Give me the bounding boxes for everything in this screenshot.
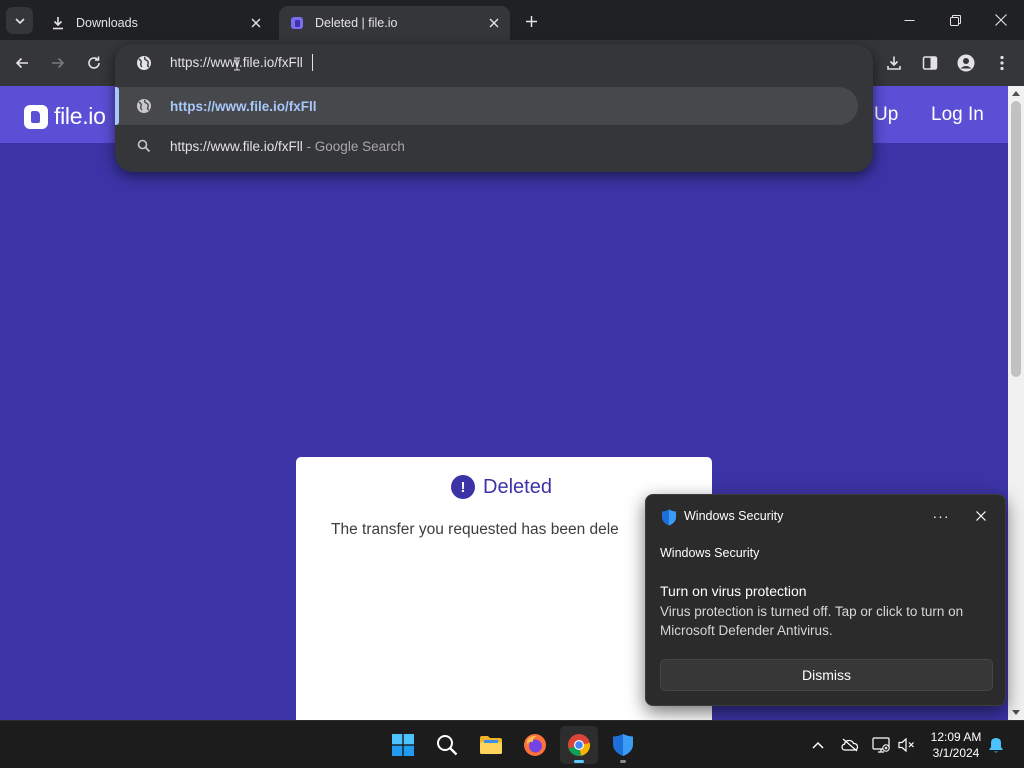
omnibox-dropdown: https://www.file.io/fxFll https://www.fi… xyxy=(115,44,873,172)
network-icon xyxy=(872,737,890,753)
taskbar-clock[interactable]: 12:09 AM 3/1/2024 xyxy=(922,729,990,761)
fileio-icon xyxy=(289,15,305,31)
file-explorer-button[interactable] xyxy=(472,726,510,764)
close-icon xyxy=(976,511,986,521)
windows-logo-icon xyxy=(392,734,414,756)
tab-deleted-fileio[interactable]: Deleted | file.io xyxy=(279,6,510,40)
scroll-up-icon[interactable] xyxy=(1012,91,1020,96)
firefox-button[interactable] xyxy=(516,726,554,764)
search-icon xyxy=(437,735,458,756)
scroll-down-icon[interactable] xyxy=(1012,710,1020,715)
downloads-button[interactable] xyxy=(880,49,908,77)
close-window-button[interactable] xyxy=(978,0,1024,40)
folder-icon xyxy=(480,736,502,754)
new-tab-button[interactable] xyxy=(519,9,543,33)
more-options-button[interactable]: ··· xyxy=(929,504,953,528)
download-icon xyxy=(887,56,901,70)
card-title: Deleted xyxy=(483,475,552,498)
start-button[interactable] xyxy=(384,726,422,764)
minimize-button[interactable] xyxy=(886,0,932,40)
tab-downloads[interactable]: Downloads xyxy=(40,6,272,40)
ibeam-cursor-icon xyxy=(233,57,241,76)
show-hidden-icons-button[interactable] xyxy=(808,735,828,755)
cloud-off-icon xyxy=(841,738,859,752)
search-icon xyxy=(136,138,152,154)
tab-search-button[interactable] xyxy=(6,7,33,34)
tab-strip: Downloads Deleted | file.io xyxy=(0,0,1024,40)
profile-button[interactable] xyxy=(952,49,980,77)
screen: Downloads Deleted | file.io file.io Up L… xyxy=(0,0,1024,768)
globe-icon xyxy=(136,98,152,114)
download-icon xyxy=(50,15,66,31)
globe-icon xyxy=(136,55,152,76)
notification-app-name: Windows Security xyxy=(684,509,784,523)
nav-login-link[interactable]: Log In xyxy=(931,104,984,126)
site-logo[interactable]: file.io xyxy=(24,103,106,130)
profile-icon xyxy=(957,54,975,72)
arrow-left-icon xyxy=(15,57,28,69)
chrome-icon xyxy=(568,734,591,756)
reload-button[interactable] xyxy=(80,49,108,77)
close-notification-button[interactable] xyxy=(969,504,993,528)
active-app-indicator xyxy=(574,760,584,763)
suggestion-text: https://www.file.io/fxFll - Google Searc… xyxy=(170,138,405,154)
logo-text: file.io xyxy=(54,103,106,129)
reload-icon xyxy=(88,56,100,69)
notification-body: Virus protection is turned off. Tap or c… xyxy=(660,604,964,638)
bell-icon xyxy=(989,737,1003,752)
tab-title: Deleted | file.io xyxy=(315,16,398,30)
arrow-right-icon xyxy=(52,57,65,69)
windows-security-button[interactable] xyxy=(604,726,642,764)
close-tab-icon[interactable] xyxy=(246,13,266,33)
notification-title: Turn on virus protection xyxy=(660,583,807,599)
running-app-indicator xyxy=(620,760,626,763)
clock-date: 3/1/2024 xyxy=(932,746,980,760)
restore-icon xyxy=(949,14,961,26)
taskbar-search-button[interactable] xyxy=(428,726,466,764)
notification-attribution: Windows Security xyxy=(660,546,760,560)
address-bar[interactable]: https://www.file.io/fxFll xyxy=(115,44,873,82)
side-panel-button[interactable] xyxy=(916,49,944,77)
scrollbar-thumb[interactable] xyxy=(1011,101,1021,377)
chevron-down-icon xyxy=(14,17,25,24)
windows-taskbar: 12:09 AM 3/1/2024 xyxy=(0,720,1024,768)
chevron-up-icon xyxy=(812,741,824,749)
close-icon xyxy=(995,14,1007,26)
side-panel-icon xyxy=(922,56,938,70)
card-message: The transfer you requested has been dele xyxy=(331,521,619,538)
suggestion-search[interactable]: https://www.file.io/fxFll - Google Searc… xyxy=(115,127,858,165)
forward-button[interactable] xyxy=(44,49,72,77)
tab-title: Downloads xyxy=(76,16,138,30)
exclamation-icon: ! xyxy=(451,475,475,499)
notifications-button[interactable] xyxy=(986,735,1006,755)
shield-icon xyxy=(613,734,633,756)
more-vertical-icon xyxy=(1000,55,1004,71)
suggestion-url[interactable]: https://www.file.io/fxFll xyxy=(115,87,858,125)
restore-button[interactable] xyxy=(932,0,978,40)
onedrive-tray-button[interactable] xyxy=(840,735,860,755)
close-tab-icon[interactable] xyxy=(484,13,504,33)
page-scrollbar[interactable] xyxy=(1008,86,1024,720)
dismiss-button[interactable]: Dismiss xyxy=(660,659,993,691)
firefox-icon xyxy=(524,734,546,756)
suggestion-text: https://www.file.io/fxFll xyxy=(170,98,317,114)
shield-icon xyxy=(661,509,677,531)
volume-tray-button[interactable] xyxy=(897,735,917,755)
card-heading: ! Deleted xyxy=(451,475,552,499)
back-button[interactable] xyxy=(8,49,36,77)
text-caret xyxy=(312,54,313,71)
chrome-button[interactable] xyxy=(560,726,598,764)
windows-security-notification[interactable]: Windows Security ··· Windows Security Tu… xyxy=(645,494,1006,706)
network-tray-button[interactable] xyxy=(871,735,891,755)
nav-signup-link[interactable]: Up xyxy=(874,104,898,126)
clock-time: 12:09 AM xyxy=(930,730,982,744)
menu-button[interactable] xyxy=(988,49,1016,77)
plus-icon xyxy=(525,15,537,27)
fileio-logo-icon xyxy=(24,104,48,129)
volume-muted-icon xyxy=(898,737,914,753)
minimize-icon xyxy=(904,19,914,21)
